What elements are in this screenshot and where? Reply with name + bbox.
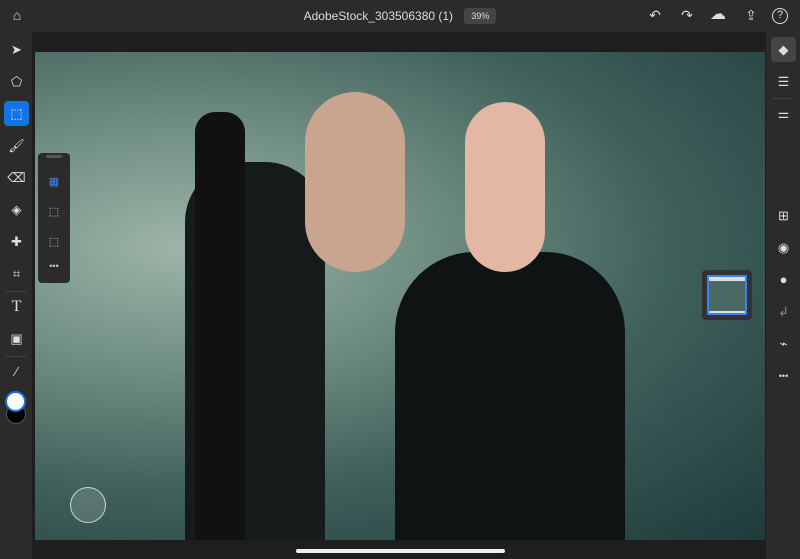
home-indicator[interactable] bbox=[296, 549, 505, 553]
share-icon[interactable]: ⇪ bbox=[740, 5, 762, 27]
foreground-color-swatch[interactable] bbox=[5, 391, 26, 412]
transform-tool-icon[interactable]: ⬠ bbox=[4, 69, 29, 94]
divider bbox=[6, 291, 26, 292]
left-toolbar: ➤ ⬠ ⬚ 🖌 ⌫ ◈ ✚ ⌗ T ▣ ⁄ bbox=[0, 32, 32, 559]
document-title[interactable]: AdobeStock_303506380 (1) bbox=[304, 9, 453, 23]
top-bar: ⌂ AdobeStock_303506380 (1) 39% ↶ ↷ ☁ ⇪ ? bbox=[0, 0, 800, 32]
more-icon[interactable]: ••• bbox=[46, 261, 62, 277]
brush-tool-icon[interactable]: 🖌 bbox=[4, 133, 29, 158]
eraser-tool-icon[interactable]: ⌫ bbox=[4, 165, 29, 190]
place-image-icon[interactable]: ▣ bbox=[4, 326, 29, 351]
move-tool-icon[interactable]: ➤ bbox=[4, 37, 29, 62]
touch-shortcut-button[interactable] bbox=[70, 487, 106, 523]
add-selection-icon[interactable]: ⬚ bbox=[46, 205, 62, 221]
divider bbox=[6, 356, 26, 357]
healing-tool-icon[interactable]: ✚ bbox=[4, 229, 29, 254]
layer-properties-icon[interactable]: ☰ bbox=[771, 69, 796, 94]
layer-thumbnail-image bbox=[707, 275, 747, 315]
crop-tool-icon[interactable]: ⌗ bbox=[4, 261, 29, 286]
face-left bbox=[305, 92, 405, 272]
divider bbox=[773, 98, 793, 99]
clip-layer-icon[interactable]: ↲ bbox=[771, 299, 796, 324]
help-icon[interactable]: ? bbox=[772, 8, 788, 24]
right-toolbar: ◆ ☰ ⚌ ⊞ ◉ ● ↲ ⌁ ••• bbox=[766, 32, 800, 559]
selection-subtools-panel: ▦ ⬚ ⬚ ••• bbox=[38, 153, 70, 283]
add-layer-icon[interactable]: ⊞ bbox=[771, 203, 796, 228]
layer-effects-icon[interactable]: ⌁ bbox=[771, 331, 796, 356]
layer-thumbnail[interactable] bbox=[702, 270, 752, 320]
visibility-icon[interactable]: ◉ bbox=[771, 235, 796, 260]
fill-tool-icon[interactable]: ◈ bbox=[4, 197, 29, 222]
person-right bbox=[395, 252, 625, 540]
new-selection-icon[interactable]: ▦ bbox=[46, 175, 62, 191]
adjustments-icon[interactable]: ⚌ bbox=[771, 101, 796, 126]
selection-tool-icon[interactable]: ⬚ bbox=[4, 101, 29, 126]
layers-icon[interactable]: ◆ bbox=[771, 37, 796, 62]
panel-handle[interactable] bbox=[46, 155, 62, 158]
zoom-level[interactable]: 39% bbox=[464, 8, 497, 24]
subtract-selection-icon[interactable]: ⬚ bbox=[46, 235, 62, 251]
cloud-icon[interactable]: ☁ bbox=[707, 5, 729, 27]
undo-icon[interactable]: ↶ bbox=[644, 5, 666, 27]
type-tool-icon[interactable]: T bbox=[4, 294, 29, 319]
guitar bbox=[195, 112, 245, 540]
document-canvas[interactable] bbox=[35, 52, 765, 540]
eyedropper-tool-icon[interactable]: ⁄ bbox=[4, 359, 29, 384]
face-right bbox=[465, 102, 545, 272]
more-options-icon[interactable]: ••• bbox=[771, 363, 796, 388]
redo-icon[interactable]: ↷ bbox=[676, 5, 698, 27]
mask-icon[interactable]: ● bbox=[771, 267, 796, 292]
